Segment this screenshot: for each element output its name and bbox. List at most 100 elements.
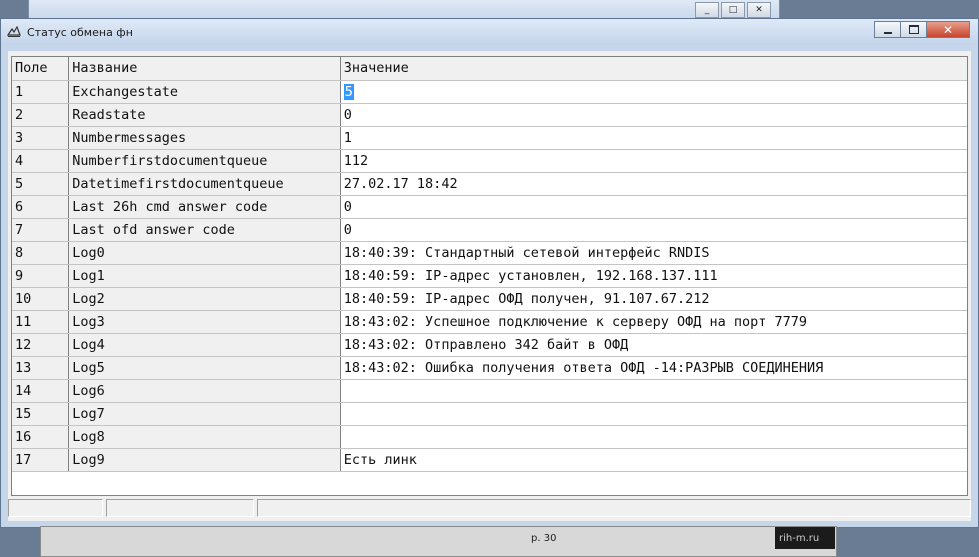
background-window-controls: _ □ ✕ — [695, 2, 771, 18]
table-row[interactable]: 7 Last ofd answer code 0 — [12, 218, 967, 242]
window-client-area: Поле Название Значение 1 Exchangestate 5 2 R… — [8, 51, 971, 521]
minimize-icon — [883, 31, 892, 34]
cell-field[interactable]: 13 — [12, 356, 70, 380]
maximize-icon[interactable]: □ — [721, 2, 745, 18]
table-row[interactable]: 10 Log2 18:40:59: IP-адрес ОФД получен, 91… — [12, 287, 967, 311]
cell-field[interactable]: 8 — [12, 241, 70, 265]
window-titlebar[interactable]: Статус обмена фн ✕ — [1, 19, 978, 45]
cell-name[interactable]: Log6 — [68, 379, 341, 403]
table-row[interactable]: 15 Log7 — [12, 402, 967, 426]
cell-name[interactable]: Numberfirstdocumentqueue — [68, 149, 341, 173]
cell-name[interactable]: Log2 — [68, 287, 341, 311]
window-controls: ✕ — [874, 21, 970, 38]
cell-field[interactable]: 10 — [12, 287, 70, 311]
cell-name[interactable]: Datetimefirstdocumentqueue — [68, 172, 341, 196]
cell-name[interactable]: Log1 — [68, 264, 341, 288]
minimize-button[interactable] — [874, 21, 900, 38]
column-header-name[interactable]: Название — [68, 57, 341, 81]
cell-field[interactable]: 4 — [12, 149, 70, 173]
cell-name[interactable]: Log8 — [68, 425, 341, 449]
background-footer-text: р. 30 — [531, 533, 557, 544]
cell-name[interactable]: Log5 — [68, 356, 341, 380]
close-icon: ✕ — [942, 22, 954, 37]
cell-value[interactable]: 0 — [340, 195, 967, 219]
cell-value[interactable]: 27.02.17 18:42 — [340, 172, 967, 196]
table-row[interactable]: 16 Log8 — [12, 425, 967, 449]
table-row[interactable]: 4 Numberfirstdocumentqueue 112 — [12, 149, 967, 173]
cell-field[interactable]: 1 — [12, 80, 70, 104]
window-title: Статус обмена фн — [27, 26, 133, 39]
status-window: Статус обмена фн ✕ Поле Название Значени… — [0, 18, 979, 528]
table-row[interactable]: 11 Log3 18:43:02: Успешное подключение к с… — [12, 310, 967, 334]
cell-name[interactable]: Numbermessages — [68, 126, 341, 150]
cell-name[interactable]: Readstate — [68, 103, 341, 127]
status-panel-3 — [257, 499, 971, 517]
cell-field[interactable]: 11 — [12, 310, 70, 334]
cell-value[interactable]: 112 — [340, 149, 967, 173]
status-grid[interactable]: Поле Название Значение 1 Exchangestate 5 2 R… — [11, 56, 968, 496]
table-row[interactable]: 3 Numbermessages 1 — [12, 126, 967, 150]
cell-name[interactable]: Exchangestate — [68, 80, 341, 104]
column-header-value[interactable]: Значение — [340, 57, 967, 81]
background-corner: rih-m.ru — [775, 527, 835, 549]
cell-field[interactable]: 17 — [12, 448, 70, 472]
background-window-footer: р. 30 — [40, 526, 837, 557]
table-row[interactable]: 14 Log6 — [12, 379, 967, 403]
table-row[interactable]: 5 Datetimefirstdocumentqueue 27.02.17 18:4… — [12, 172, 967, 196]
table-row[interactable]: 2 Readstate 0 — [12, 103, 967, 127]
cell-value[interactable] — [340, 379, 967, 403]
status-panel-2 — [106, 499, 254, 517]
column-header-field[interactable]: Поле — [12, 57, 70, 81]
close-icon[interactable]: ✕ — [747, 2, 771, 18]
cell-name[interactable]: Last 26h cmd answer code — [68, 195, 341, 219]
table-row[interactable]: 9 Log1 18:40:59: IP-адрес установлен, 192.… — [12, 264, 967, 288]
cell-value[interactable]: Есть линк — [340, 448, 967, 472]
maximize-button[interactable] — [900, 21, 926, 38]
table-row[interactable]: 17 Log9 Есть линк — [12, 448, 967, 472]
table-row[interactable]: 13 Log5 18:43:02: Ошибка получения ответа … — [12, 356, 967, 380]
background-corner-text: rih-m.ru — [779, 533, 820, 544]
table-row[interactable]: 12 Log4 18:43:02: Отправлено 342 байт в ОФ… — [12, 333, 967, 357]
cell-name[interactable]: Log4 — [68, 333, 341, 357]
status-bar — [8, 499, 971, 519]
cell-name[interactable]: Log3 — [68, 310, 341, 334]
status-panel-1 — [8, 499, 103, 517]
cell-value[interactable] — [340, 402, 967, 426]
cell-value[interactable]: 18:43:02: Ошибка получения ответа ОФД -1… — [340, 356, 967, 380]
close-button[interactable]: ✕ — [926, 21, 970, 38]
table-row[interactable]: 8 Log0 18:40:39: Стандартный сетевой интер… — [12, 241, 967, 265]
maximize-icon — [908, 25, 919, 34]
table-body: 1 Exchangestate 5 2 Readstate 0 3 Numbermessage… — [12, 80, 967, 472]
cell-value[interactable]: 18:40:39: Стандартный сетевой интерфейс … — [340, 241, 967, 265]
cell-value[interactable]: 0 — [340, 218, 967, 242]
cell-name[interactable]: Log0 — [68, 241, 341, 265]
cell-field[interactable]: 3 — [12, 126, 70, 150]
cell-field[interactable]: 14 — [12, 379, 70, 403]
minimize-icon[interactable]: _ — [695, 2, 719, 18]
cell-field[interactable]: 12 — [12, 333, 70, 357]
table-row[interactable]: 6 Last 26h cmd answer code 0 — [12, 195, 967, 219]
cell-name[interactable]: Log9 — [68, 448, 341, 472]
cell-field[interactable]: 7 — [12, 218, 70, 242]
cell-field[interactable]: 6 — [12, 195, 70, 219]
table-header-row: Поле Название Значение — [12, 57, 967, 81]
table-row[interactable]: 1 Exchangestate 5 — [12, 80, 967, 104]
cell-field[interactable]: 5 — [12, 172, 70, 196]
cell-name[interactable]: Last ofd answer code — [68, 218, 341, 242]
cell-field[interactable]: 2 — [12, 103, 70, 127]
cell-value[interactable]: 18:43:02: Отправлено 342 байт в ОФД — [340, 333, 967, 357]
cell-value[interactable]: 18:40:59: IP-адрес установлен, 192.168.1… — [340, 264, 967, 288]
app-icon — [7, 26, 21, 37]
cell-field[interactable]: 9 — [12, 264, 70, 288]
status-table: Поле Название Значение 1 Exchangestate 5 2 R… — [12, 57, 967, 472]
cell-field[interactable]: 15 — [12, 402, 70, 426]
selected-cell-text: 5 — [343, 83, 354, 100]
cell-value[interactable]: 5 — [340, 80, 967, 104]
cell-value[interactable]: 1 — [340, 126, 967, 150]
cell-name[interactable]: Log7 — [68, 402, 341, 426]
cell-field[interactable]: 16 — [12, 425, 70, 449]
cell-value[interactable]: 18:43:02: Успешное подключение к серверу… — [340, 310, 967, 334]
cell-value[interactable] — [340, 425, 967, 449]
cell-value[interactable]: 18:40:59: IP-адрес ОФД получен, 91.107.6… — [340, 287, 967, 311]
cell-value[interactable]: 0 — [340, 103, 967, 127]
